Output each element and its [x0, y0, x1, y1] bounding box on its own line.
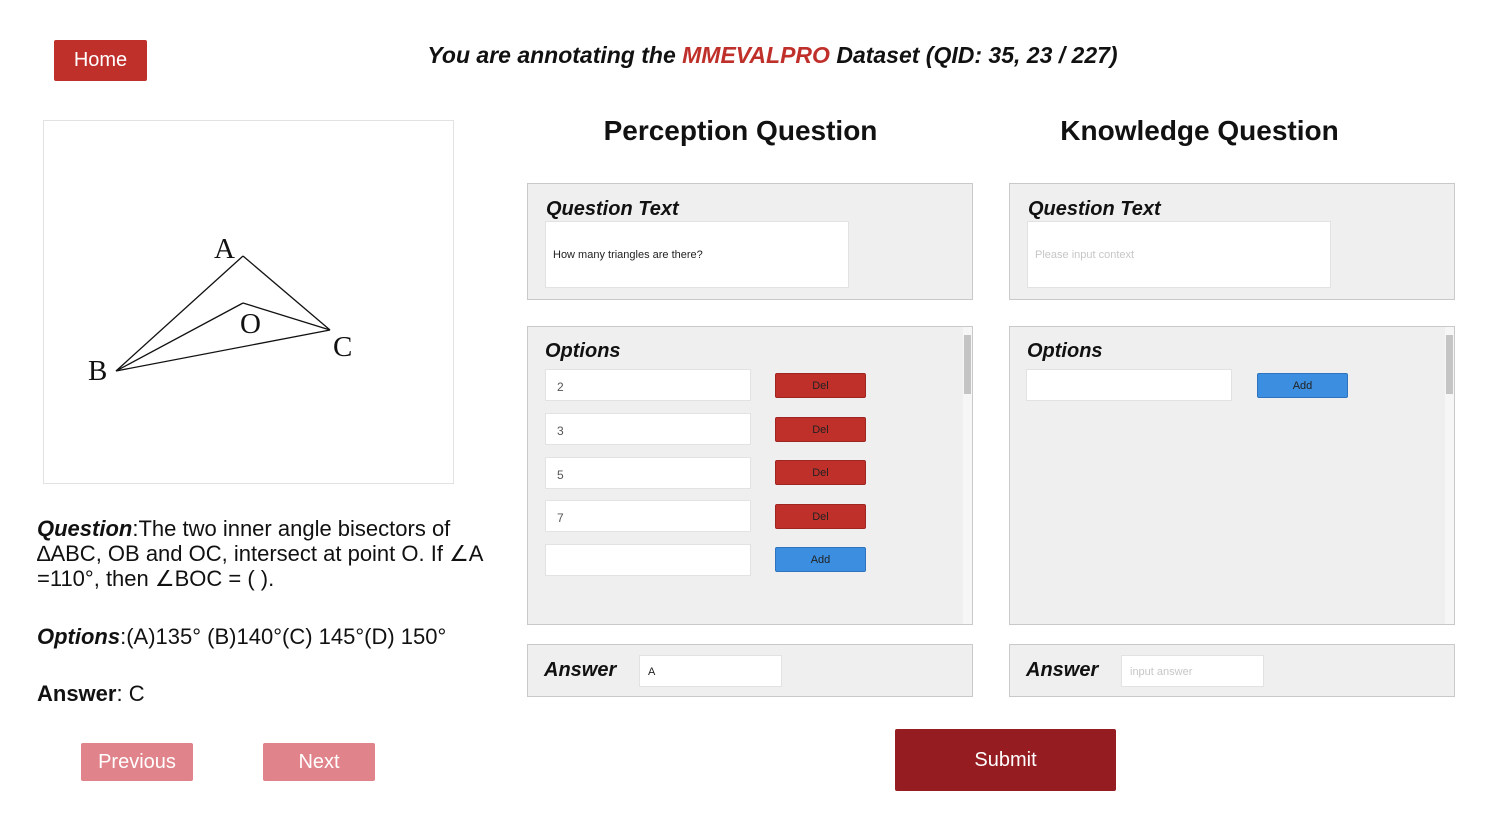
header-prefix: You are annotating the	[427, 42, 683, 68]
perception-del-button[interactable]: Del	[775, 417, 866, 442]
options-block: Options:(A)135° (B)140°(C) 145°(D) 150°	[37, 624, 507, 649]
home-button[interactable]: Home	[54, 40, 147, 81]
question-figure: A O B C	[43, 120, 454, 484]
perception-title: Perception Question	[603, 115, 878, 146]
perception-option-input[interactable]: 2	[545, 369, 751, 401]
submit-button[interactable]: Submit	[895, 729, 1116, 791]
edge-bc	[115, 329, 331, 372]
perception-question-text-label: Question Text	[546, 198, 679, 220]
answer-block: Answer: C	[37, 681, 145, 706]
perception-option-input[interactable]: 7	[545, 500, 751, 532]
scrollbar-thumb[interactable]	[964, 335, 971, 394]
options-text: :(A)135° (B)140°(C) 145°(D) 150°	[120, 624, 447, 649]
knowledge-add-button[interactable]: Add	[1257, 373, 1348, 398]
perception-answer-input[interactable]: A	[639, 655, 782, 687]
options-label: Options	[37, 624, 121, 649]
perception-question-text-input[interactable]: How many triangles are there?	[545, 221, 849, 288]
knowledge-answer-panel: Answer input answer	[1009, 644, 1455, 697]
knowledge-title: Knowledge Question	[1060, 115, 1339, 146]
vertex-label-a: A	[214, 233, 235, 265]
knowledge-options-label: Options	[1027, 340, 1103, 362]
knowledge-new-option-input[interactable]	[1026, 369, 1232, 401]
answer-label: Answer	[37, 681, 117, 706]
perception-answer-label: Answer	[544, 659, 617, 681]
perception-options-label: Options	[545, 340, 621, 362]
perception-option-input[interactable]: 5	[545, 457, 751, 489]
perception-del-button[interactable]: Del	[775, 373, 866, 398]
next-button[interactable]: Next	[263, 743, 375, 781]
vertex-label-o: O	[240, 308, 261, 340]
dataset-name: MMEVALPRO	[682, 42, 830, 68]
perception-del-button[interactable]: Del	[775, 460, 866, 485]
perception-options-scrollbar[interactable]	[963, 327, 972, 624]
vertex-label-c: C	[333, 331, 352, 363]
perception-del-button[interactable]: Del	[775, 504, 866, 529]
vertex-label-b: B	[88, 355, 107, 387]
knowledge-options-scrollbar[interactable]	[1445, 327, 1454, 624]
knowledge-answer-input[interactable]: input answer	[1121, 655, 1264, 687]
perception-answer-panel: Answer A	[527, 644, 973, 697]
question-label: Question	[37, 516, 133, 541]
header-suffix: Dataset (QID: 35, 23 / 227)	[829, 42, 1118, 68]
knowledge-options-panel: Options Add	[1009, 326, 1455, 625]
previous-button[interactable]: Previous	[81, 743, 193, 781]
scrollbar-thumb[interactable]	[1446, 335, 1453, 394]
page-header: You are annotating the MMEVALPRO Dataset…	[330, 42, 1215, 69]
perception-option-input[interactable]: 3	[545, 413, 751, 445]
question-block: Question:The two inner angle bisectors o…	[37, 516, 497, 591]
perception-question-text-panel: Question Text How many triangles are the…	[527, 183, 973, 300]
knowledge-question-text-label: Question Text	[1028, 198, 1161, 220]
knowledge-question-text-input[interactable]: Please input context	[1027, 221, 1331, 288]
triangle-diagram: A O B C	[88, 233, 352, 387]
knowledge-answer-label: Answer	[1026, 659, 1099, 681]
knowledge-question-text-panel: Question Text Please input context	[1009, 183, 1455, 300]
perception-add-button[interactable]: Add	[775, 547, 866, 572]
perception-options-panel: Options 2 Del 3 Del 5 Del 7 Del Add	[527, 326, 973, 625]
perception-new-option-input[interactable]	[545, 544, 751, 576]
answer-text: : C	[116, 681, 145, 706]
